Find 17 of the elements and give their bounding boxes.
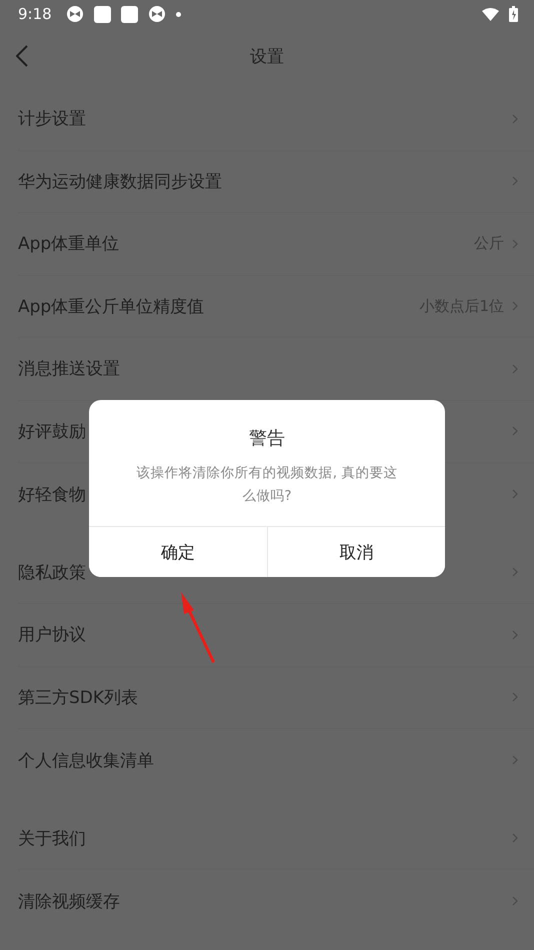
settings-label: 华为运动健康数据同步设置 xyxy=(18,170,222,193)
settings-label: 关于我们 xyxy=(18,828,86,850)
dialog-title: 警告 xyxy=(248,427,286,450)
status-time: 9:18 xyxy=(18,5,52,23)
settings-label: 计步设置 xyxy=(18,108,86,130)
settings-label: 个人信息收集清单 xyxy=(18,750,154,772)
page-title: 设置 xyxy=(250,46,284,68)
settings-label: 好评鼓励 xyxy=(18,420,86,443)
settings-label: 第三方SDK列表 xyxy=(18,686,138,709)
dialog-message: 该操作将清除你所有的视频数据, 真的要这么做吗? xyxy=(136,464,398,506)
settings-label: App体重公斤单位精度值 xyxy=(18,296,204,318)
settings-label: 隐私政策 xyxy=(18,562,86,584)
settings-label: 好轻食物 xyxy=(18,484,86,506)
settings-label: 清除视频缓存 xyxy=(18,890,120,913)
settings-label: App体重单位 xyxy=(18,233,120,256)
settings-label: 消息推送设置 xyxy=(18,358,120,380)
settings-label: 用户协议 xyxy=(18,624,86,646)
